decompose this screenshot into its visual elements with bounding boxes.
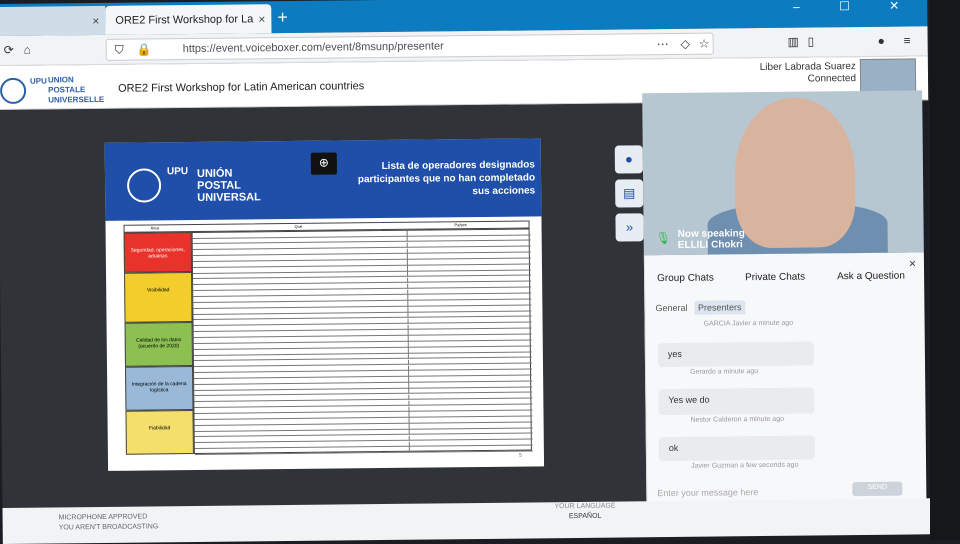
category-reliability: Fiabilidad (125, 410, 194, 455)
message-meta: GARCIA Javier a minute ago (703, 319, 794, 328)
chat-panel: × Group Chats Private Chats Ask a Questi… (643, 252, 927, 506)
slide-page-number: 5 (519, 452, 522, 459)
url-text: https://event.voiceboxer.com/event/8msun… (182, 40, 444, 56)
zoom-icon[interactable]: ⊕ (310, 152, 337, 175)
browser-tab-1[interactable]: × (0, 5, 106, 37)
close-icon[interactable]: × (92, 14, 99, 28)
slide-header: UPU UNIÓN POSTAL UNIVERSAL ⊕ Lista de op… (104, 138, 542, 221)
org-name: UNION POSTALE UNIVERSELLE (47, 75, 105, 105)
presentation-stage: UPU UNIÓN POSTAL UNIVERSAL ⊕ Lista de op… (0, 103, 653, 511)
lock-icon: 🔒 (136, 42, 152, 57)
category-security: Seguridad, operaciones, aduanas (123, 232, 193, 273)
chat-subtabs: General Presenters (651, 300, 746, 317)
slides-icon[interactable]: ▤ (615, 179, 644, 208)
language-selector[interactable]: YOUR LANGUAGE ESPAÑOL (554, 502, 615, 523)
message-meta: Nestor Calderon a minute ago (690, 415, 785, 424)
connection-status: Connected (807, 73, 857, 85)
tab-private-chats[interactable]: Private Chats (745, 272, 805, 284)
screen: × ORE2 First Workshop for La × + – ☐ ✕ ⟳… (0, 0, 960, 544)
shield-icon: ⛉ (114, 42, 124, 57)
chat-message: yes (657, 341, 815, 368)
reload-icon[interactable]: ⟳ (4, 43, 14, 57)
self-video-thumbnail[interactable] (859, 58, 917, 94)
bookmark-star-icon[interactable]: ☆ (699, 37, 710, 51)
slide-org-name: UNIÓN POSTAL UNIVERSAL (196, 167, 261, 204)
speaker-video: 🎙 Now speaking ELLILI Chokri (642, 90, 924, 256)
org-letters: UPU (29, 76, 47, 86)
url-bar[interactable]: ⛉ 🔒 https://event.voiceboxer.com/event/8… (105, 32, 714, 61)
speaker-face (734, 97, 856, 249)
now-speaking-label: Now speaking ELLILI Chokri (677, 228, 745, 251)
slide-table: Área Qué Países Seguridad, operaciones, … (123, 220, 533, 456)
send-button[interactable]: SEND (852, 481, 903, 497)
chat-bubble-icon[interactable]: ● (614, 145, 644, 174)
event-title: ORE2 First Workshop for Latin American c… (118, 80, 365, 95)
slide-org-letters: UPU (166, 166, 189, 178)
more-icon[interactable]: ⋯ (657, 37, 669, 51)
close-icon[interactable]: × (909, 256, 916, 270)
window-controls[interactable]: – ☐ ✕ (793, 0, 917, 14)
new-tab-button[interactable]: + (277, 7, 288, 28)
tab-title: ORE2 First Workshop for La (115, 13, 254, 27)
category-supply-chain: Integración de la cadena logística (124, 366, 194, 411)
extension-icon[interactable]: ● (878, 34, 885, 48)
sidebar-icon[interactable]: ▯ (808, 34, 815, 48)
mic-status: MICROPHONE APPROVED YOU AREN'T BROADCAST… (58, 513, 159, 532)
microphone-icon: 🎙 (655, 230, 671, 246)
tab-group-chats[interactable]: Group Chats (657, 273, 714, 285)
home-icon[interactable]: ⌂ (24, 43, 31, 57)
upu-logo-icon (126, 168, 162, 203)
chevron-right-icon[interactable]: » (615, 213, 644, 242)
menu-icon[interactable]: ≡ (904, 33, 911, 47)
table-cell (408, 445, 533, 453)
tab-ask-question[interactable]: Ask a Question (837, 271, 905, 283)
category-visibility: Visibilidad (124, 272, 193, 323)
subtab-presenters[interactable]: Presenters (693, 300, 746, 315)
close-icon[interactable]: × (258, 12, 265, 26)
chat-message: Yes we do (658, 387, 815, 416)
slide-title: Lista de operadores designados participa… (357, 159, 536, 198)
user-name: Liber Labrada Suarez (759, 61, 856, 74)
subtab-general[interactable]: General (651, 301, 691, 315)
message-meta: Gerardo a minute ago (690, 368, 759, 376)
browser-tab-active[interactable]: ORE2 First Workshop for La × (105, 4, 272, 35)
slide: UPU UNIÓN POSTAL UNIVERSAL ⊕ Lista de op… (104, 138, 545, 471)
table-rows (191, 228, 533, 455)
monitor-bezel (930, 0, 960, 540)
library-icon[interactable]: ▥ (788, 35, 799, 49)
pocket-icon[interactable]: ◇ (681, 37, 690, 51)
chat-message: ok (658, 435, 816, 462)
upu-logo-icon (0, 77, 27, 105)
message-meta: Javier Guzman a few seconds ago (691, 461, 799, 470)
category-data-quality: Calidad de los datos (acuerdo de 2020) (124, 322, 193, 367)
